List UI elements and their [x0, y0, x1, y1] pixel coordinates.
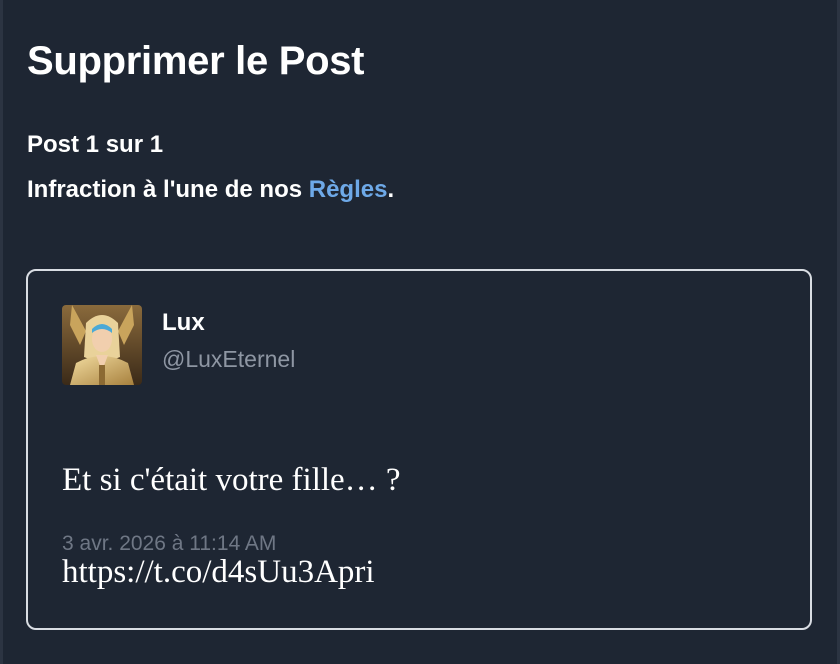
dialog-title: Supprimer le Post — [27, 39, 365, 83]
tweet-text: Et si c'était votre fille… ? https://t.c… — [62, 411, 401, 641]
tweet-text-line: Et si c'était votre fille… ? — [62, 462, 401, 498]
post-count: Post 1 sur 1 — [27, 131, 164, 158]
rules-link[interactable]: Règles — [309, 176, 388, 203]
reason-suffix: . — [387, 176, 395, 203]
avatar[interactable] — [62, 305, 142, 385]
reason-prefix: Infraction à l'une de nos — [27, 176, 309, 203]
tweet-timestamp: 3 avr. 2026 à 11:14 AM — [62, 532, 277, 555]
user-handle[interactable]: @LuxEternel — [162, 345, 295, 373]
tweet-card[interactable]: Lux @LuxEternel Et si c'était votre fill… — [26, 269, 812, 630]
violation-reason: Infraction à l'une de nos Règles. — [27, 175, 394, 205]
display-name[interactable]: Lux — [162, 309, 205, 337]
armored-character-avatar-icon — [62, 305, 142, 385]
frame-edge-left — [0, 0, 3, 664]
